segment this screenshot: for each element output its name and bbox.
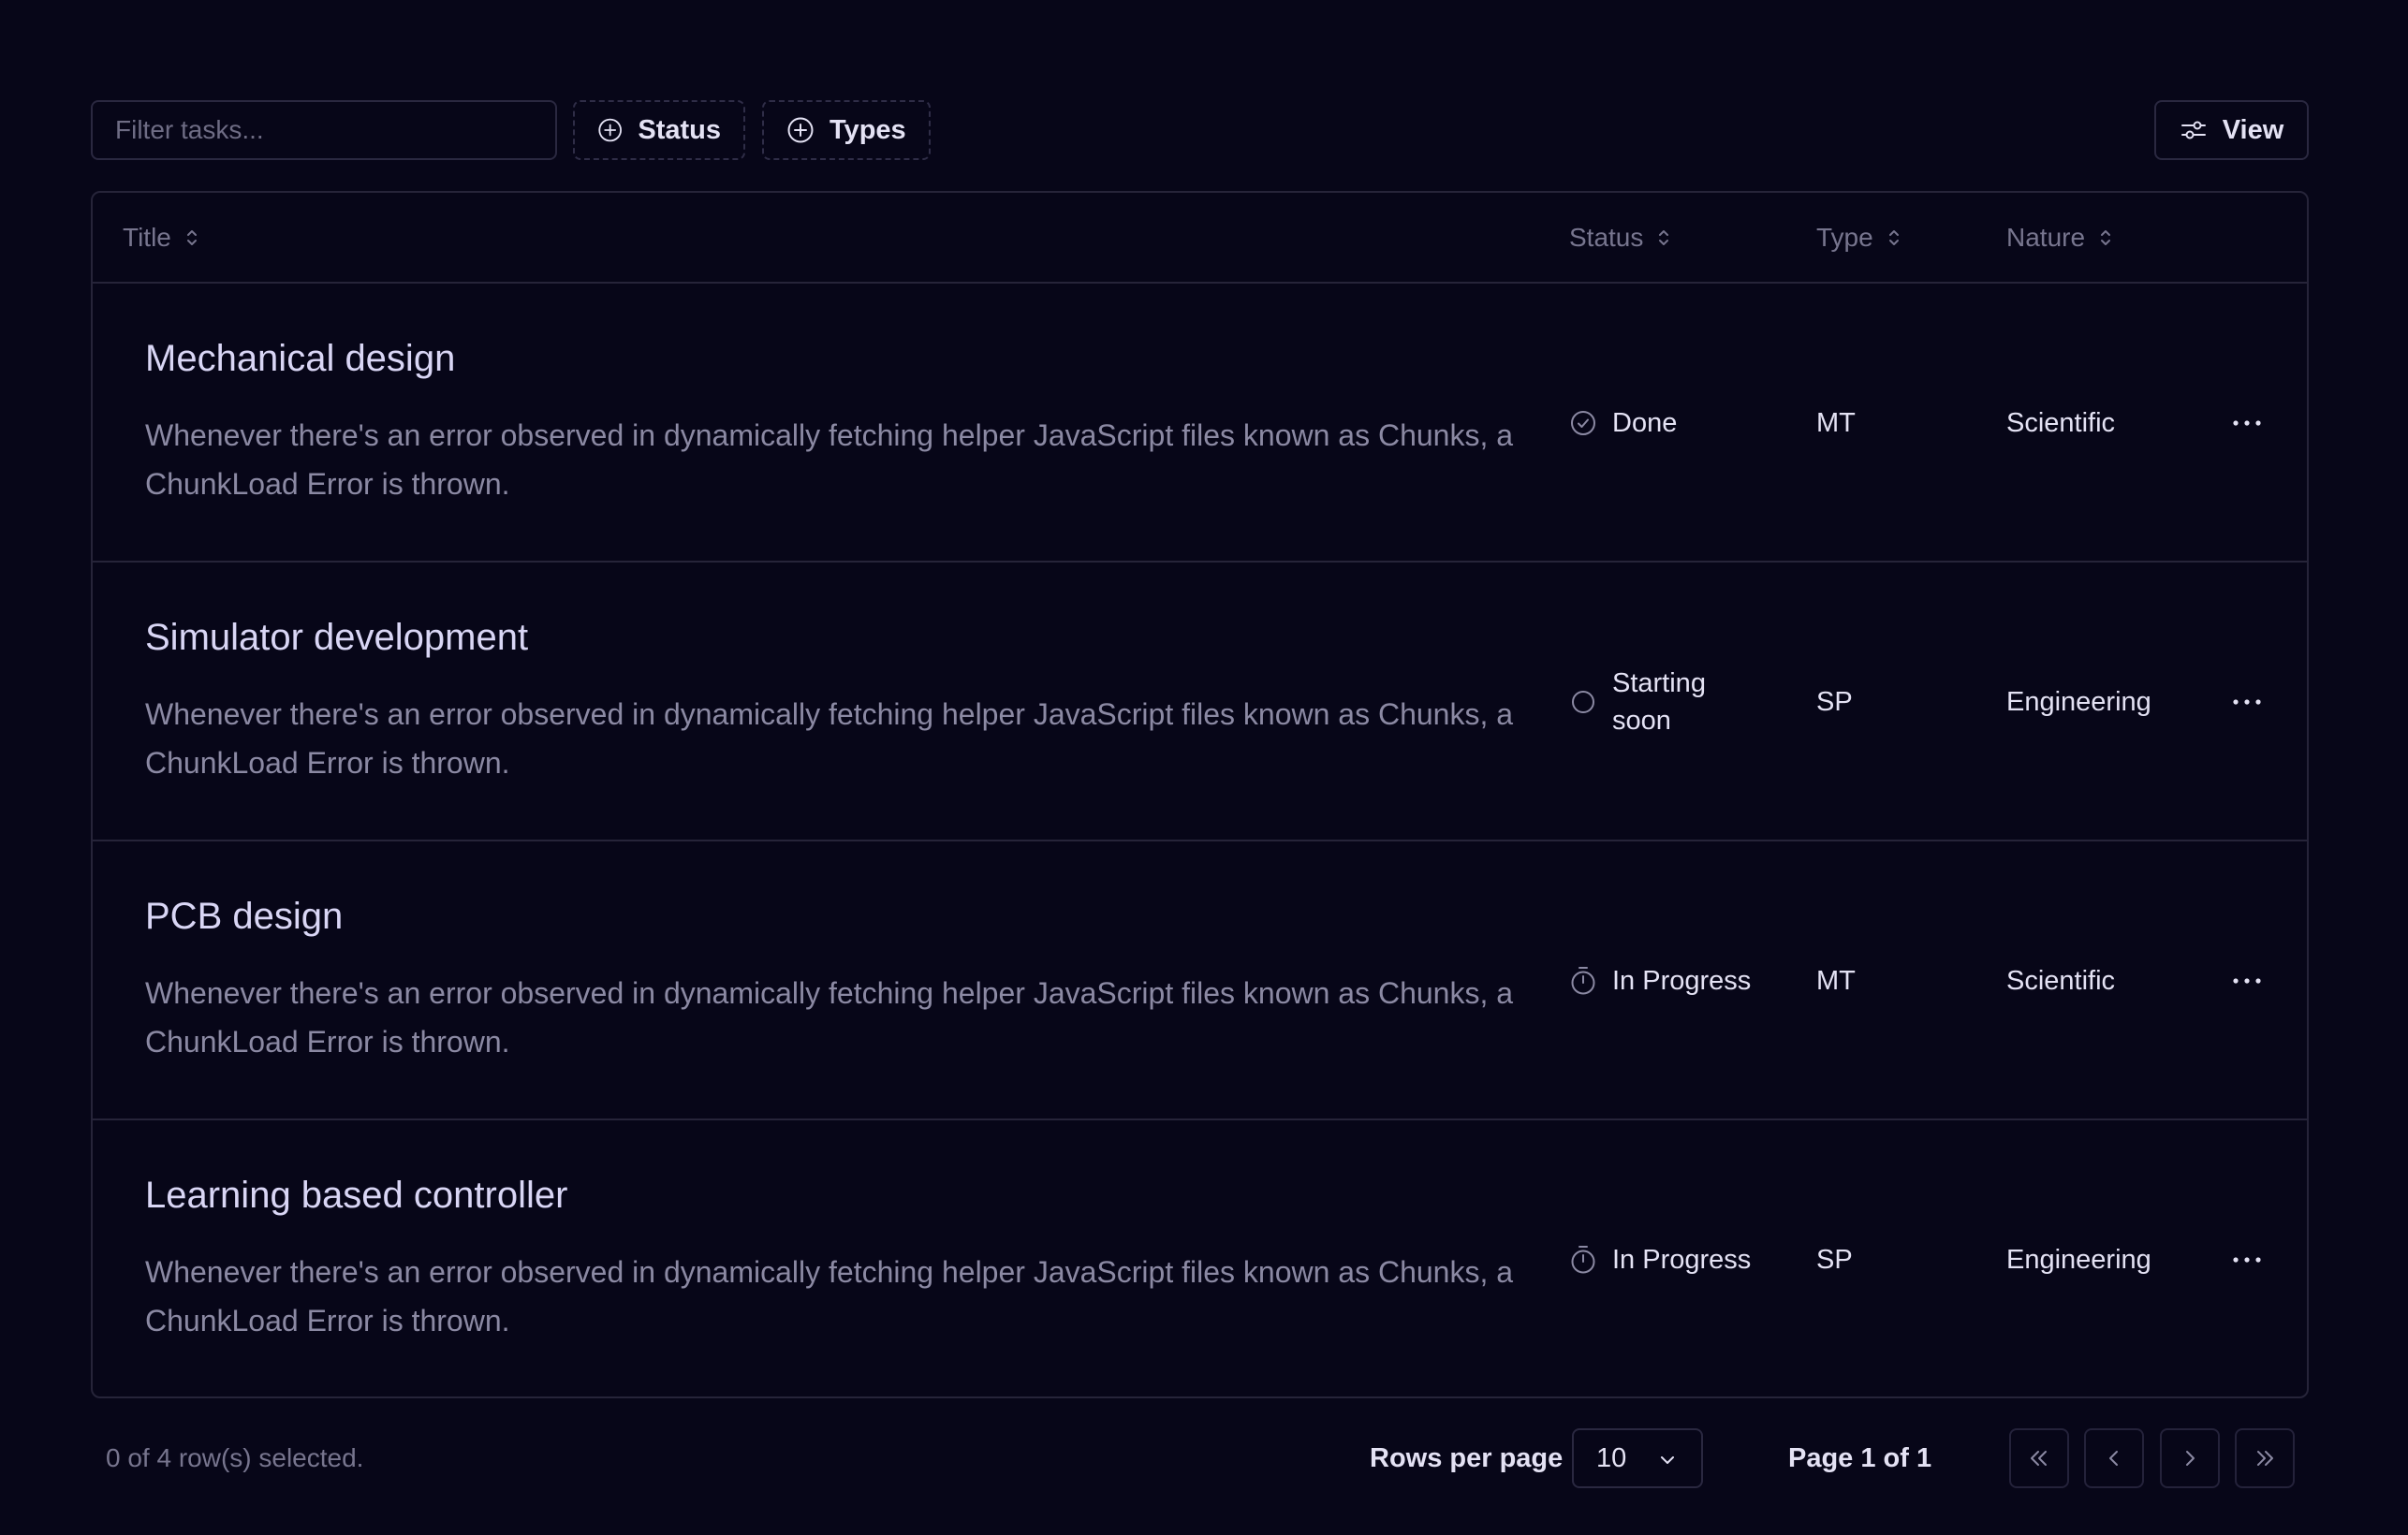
column-header-type[interactable]: Type xyxy=(1816,193,1901,282)
last-page-button[interactable] xyxy=(2235,1428,2295,1488)
task-status-label: In Progress xyxy=(1612,966,1752,996)
status-filter-label: Status xyxy=(638,114,721,145)
task-type: SP xyxy=(1816,1244,1853,1275)
task-description: Whenever there's an error observed in dy… xyxy=(145,418,1514,501)
task-description: Whenever there's an error observed in dy… xyxy=(145,1255,1514,1338)
rows-per-page-select[interactable]: 10 xyxy=(1572,1428,1703,1488)
sliders-icon xyxy=(2180,121,2206,139)
sort-icon xyxy=(1888,229,1899,245)
more-horizontal-icon xyxy=(2233,420,2261,426)
row-actions-button[interactable] xyxy=(2220,675,2274,729)
task-nature: Engineering xyxy=(2006,686,2151,717)
types-filter-button[interactable]: Types xyxy=(762,100,931,160)
task-title: Simulator development xyxy=(145,617,529,658)
task-title: PCB design xyxy=(145,896,344,937)
previous-page-button[interactable] xyxy=(2084,1428,2144,1488)
column-header-label: Title xyxy=(123,222,171,252)
task-nature: Engineering xyxy=(2006,1244,2151,1275)
task-status-label: Done xyxy=(1612,408,1678,438)
selection-count: 0 of 4 row(s) selected. xyxy=(106,1443,364,1472)
task-nature: Scientific xyxy=(2006,965,2116,996)
plus-circle-icon xyxy=(598,118,622,142)
row-actions-button[interactable] xyxy=(2220,396,2274,450)
sort-icon xyxy=(186,229,197,245)
table-row[interactable]: Mechanical design Whenever there's an er… xyxy=(93,284,2307,563)
timer-icon xyxy=(1571,967,1595,995)
check-circle-icon xyxy=(1571,411,1595,435)
table-header: Title Status Type Nature xyxy=(93,193,2307,284)
more-horizontal-icon xyxy=(2233,699,2261,705)
column-header-label: Type xyxy=(1816,222,1873,252)
sort-icon xyxy=(1659,229,1669,245)
task-type: SP xyxy=(1816,686,1853,717)
types-filter-label: Types xyxy=(830,114,906,145)
column-header-title[interactable]: Title xyxy=(123,193,199,282)
view-options-label: View xyxy=(2222,114,2284,145)
first-page-button[interactable] xyxy=(2009,1428,2069,1488)
chevrons-right-icon xyxy=(2257,1451,2273,1466)
task-status: In Progress xyxy=(1569,841,1784,1120)
task-type: MT xyxy=(1816,965,1856,996)
sort-icon xyxy=(2101,229,2111,245)
more-horizontal-icon xyxy=(2233,1257,2261,1263)
view-options-button[interactable]: View xyxy=(2154,100,2309,160)
task-nature: Scientific xyxy=(2006,407,2116,438)
task-description: Whenever there's an error observed in dy… xyxy=(145,976,1514,1059)
chevrons-left-icon xyxy=(2031,1451,2047,1466)
next-page-button[interactable] xyxy=(2160,1428,2220,1488)
task-status: In Progress xyxy=(1569,1120,1784,1396)
task-status-label: In Progress xyxy=(1612,1245,1752,1275)
rows-per-page-value: 10 xyxy=(1596,1442,1627,1473)
table-row[interactable]: PCB design Whenever there's an error obs… xyxy=(93,841,2307,1120)
rows-per-page-label: Rows per page xyxy=(1370,1442,1564,1473)
task-status: Starting soon xyxy=(1569,563,1738,841)
chevron-down-icon xyxy=(1661,1456,1674,1464)
row-actions-button[interactable] xyxy=(2220,954,2274,1008)
pagination-bar: 0 of 4 row(s) selected. Rows per page 10… xyxy=(91,1428,2309,1488)
tasks-page: Status Types View Title xyxy=(0,0,2408,1535)
more-horizontal-icon xyxy=(2233,978,2261,984)
column-header-label: Status xyxy=(1569,222,1644,252)
chevron-left-icon xyxy=(2109,1451,2118,1466)
circle-icon xyxy=(1572,691,1594,713)
task-title: Learning based controller xyxy=(145,1175,568,1216)
table-row[interactable]: Simulator development Whenever there's a… xyxy=(93,563,2307,841)
task-status-label: Starting soon xyxy=(1612,668,1706,736)
row-actions-button[interactable] xyxy=(2220,1233,2274,1287)
column-header-nature[interactable]: Nature xyxy=(2006,193,2113,282)
task-title: Mechanical design xyxy=(145,338,456,379)
column-header-status[interactable]: Status xyxy=(1569,193,1671,282)
table-row[interactable]: Learning based controller Whenever there… xyxy=(93,1120,2307,1396)
task-description: Whenever there's an error observed in dy… xyxy=(145,697,1514,780)
toolbar: Status Types View xyxy=(91,100,2309,160)
task-status: Done xyxy=(1569,284,1784,563)
filter-tasks-input[interactable] xyxy=(91,100,557,160)
column-header-label: Nature xyxy=(2006,222,2086,252)
chevron-right-icon xyxy=(2186,1451,2195,1466)
task-type: MT xyxy=(1816,407,1856,438)
status-filter-button[interactable]: Status xyxy=(573,100,745,160)
page-indicator: Page 1 of 1 xyxy=(1788,1442,1932,1473)
tasks-table: Title Status Type Nature Mechanical desi… xyxy=(91,191,2309,1398)
timer-icon xyxy=(1571,1246,1595,1274)
plus-circle-icon xyxy=(787,117,814,143)
